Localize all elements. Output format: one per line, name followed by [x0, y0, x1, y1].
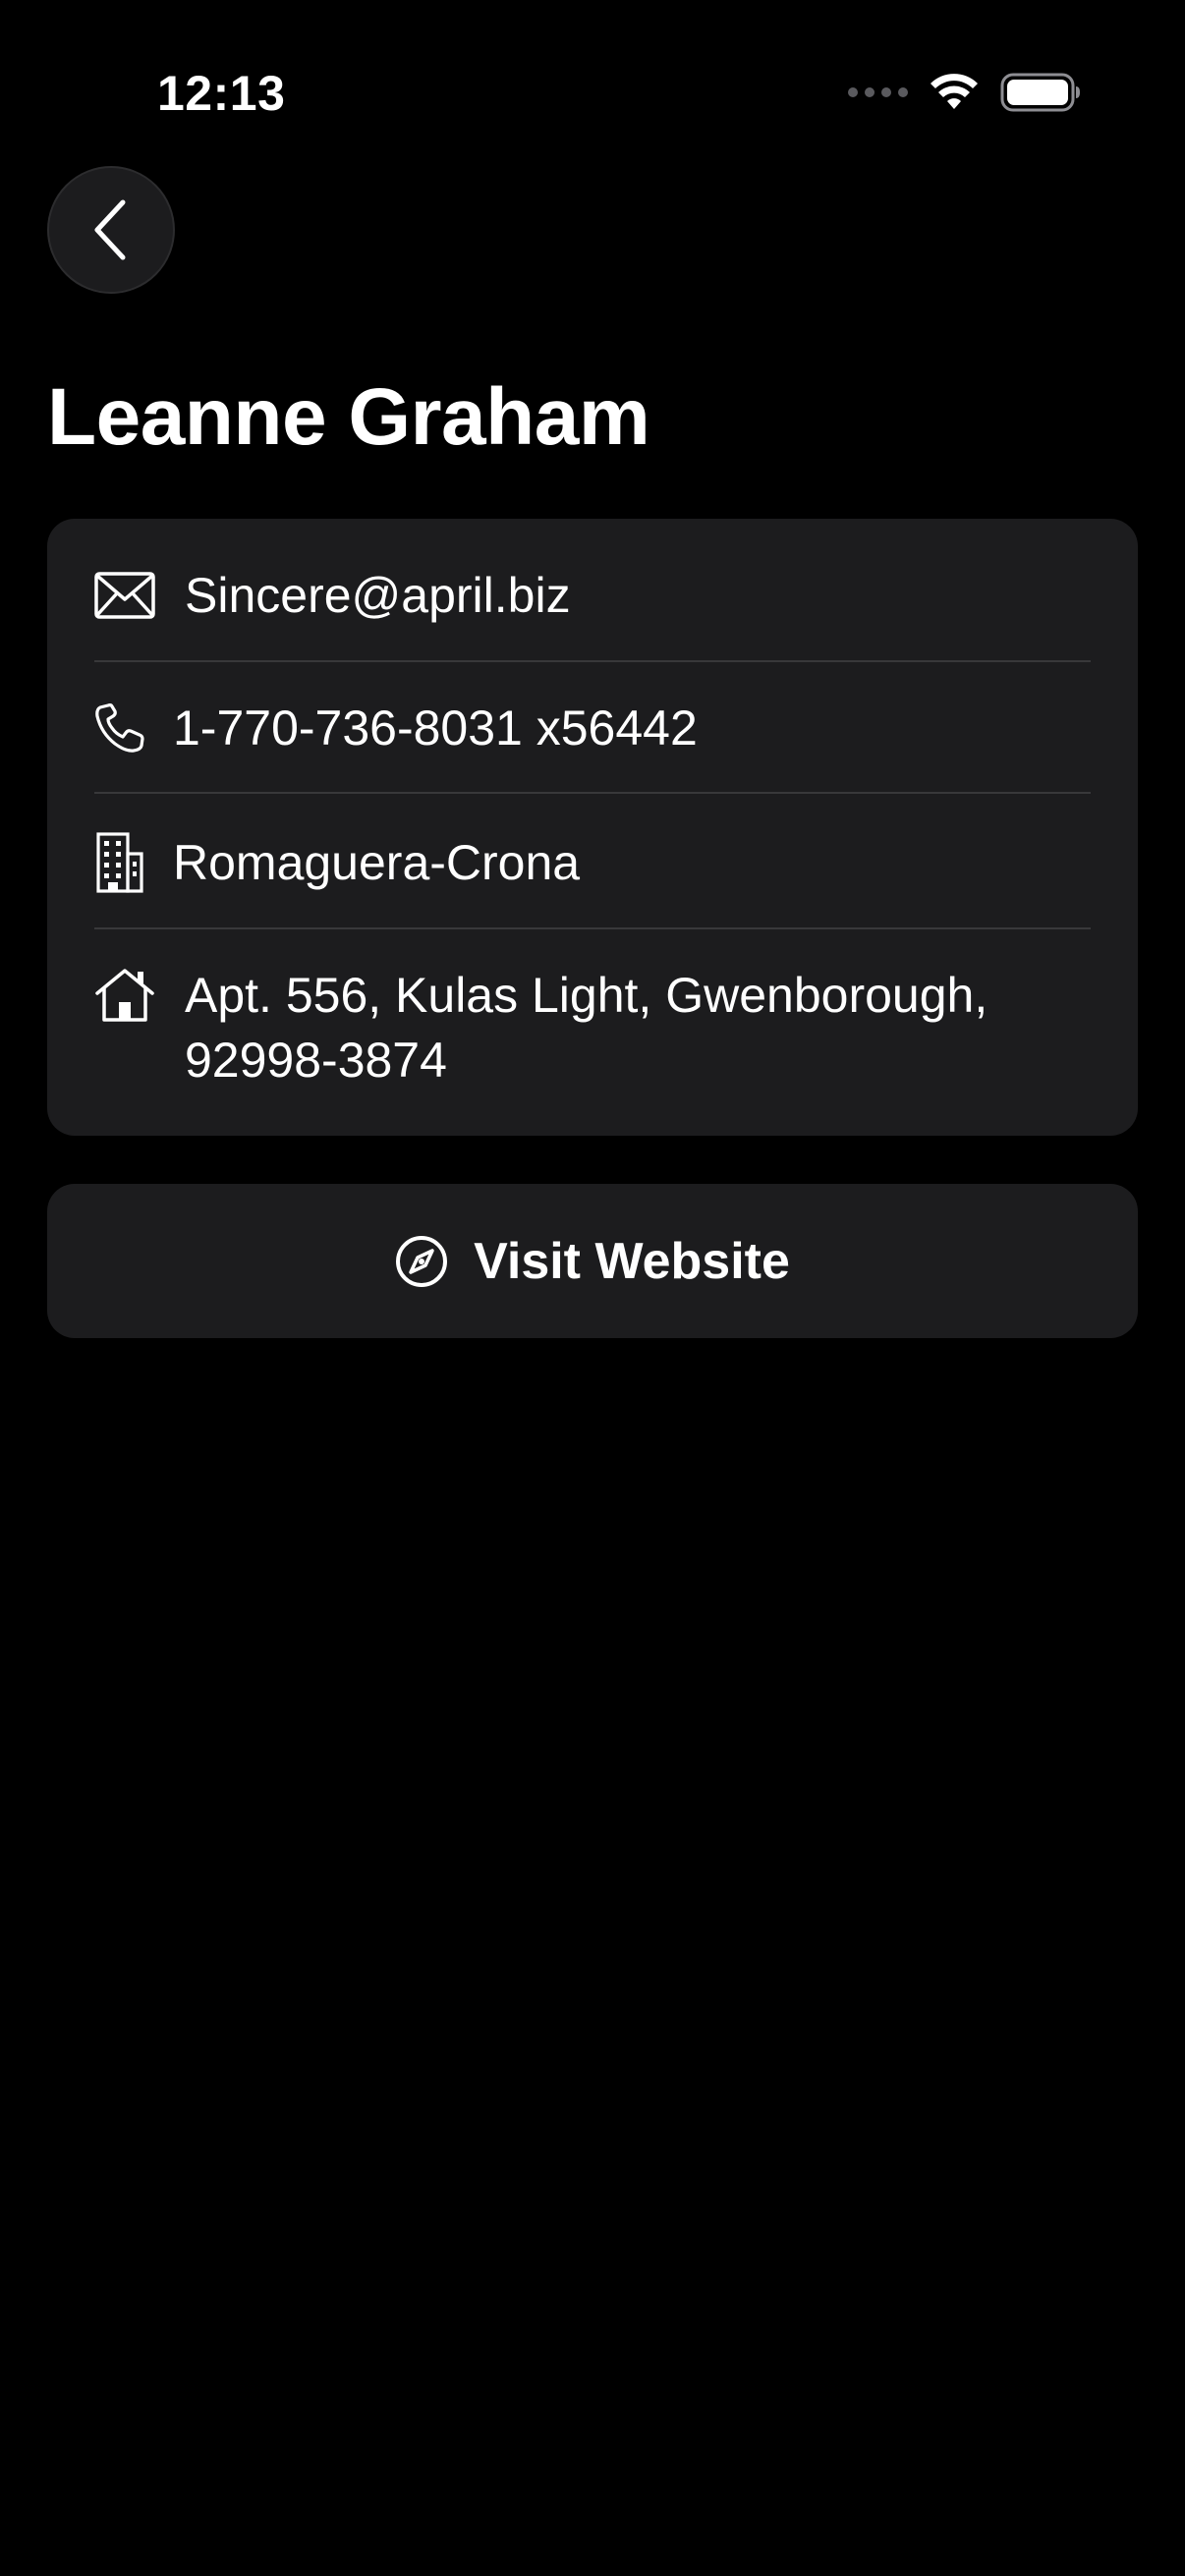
company-text: Romaguera-Crona [173, 835, 581, 890]
back-button[interactable] [47, 166, 175, 294]
building-icon [94, 830, 145, 895]
cellular-signal-icon [848, 87, 908, 97]
compass-icon [396, 1235, 448, 1287]
house-icon [94, 963, 155, 1028]
divider [94, 660, 1091, 662]
email-row[interactable]: Sincere@april.biz [94, 563, 1091, 628]
phone-text: 1-770-736-8031 x56442 [173, 700, 698, 756]
status-indicators [848, 73, 1081, 112]
status-time: 12:13 [157, 66, 286, 121]
company-row: Romaguera-Crona [94, 830, 1091, 895]
address-line-2: 92998-3874 [185, 1033, 447, 1088]
divider [94, 927, 1091, 929]
visit-website-label: Visit Website [474, 1232, 790, 1290]
address-row[interactable]: Apt. 556, Kulas Light, Gwenborough, 9299… [94, 963, 1091, 1092]
phone-icon [94, 696, 145, 760]
visit-website-button[interactable]: Visit Website [47, 1184, 1138, 1338]
phone-row[interactable]: 1-770-736-8031 x56442 [94, 696, 1091, 760]
envelope-icon [94, 563, 155, 628]
contact-info-card: Sincere@april.biz 1-770-736-8031 x56442 [47, 519, 1138, 1136]
wifi-icon [931, 74, 978, 109]
page-title: Leanne Graham [47, 372, 650, 462]
address-line-1: Apt. 556, Kulas Light, Gwenborough, [185, 968, 988, 1023]
divider [94, 792, 1091, 794]
battery-icon [1000, 73, 1080, 112]
address-text: Apt. 556, Kulas Light, Gwenborough, 9299… [185, 963, 988, 1092]
chevron-left-icon [94, 199, 126, 260]
email-text: Sincere@april.biz [185, 568, 571, 623]
